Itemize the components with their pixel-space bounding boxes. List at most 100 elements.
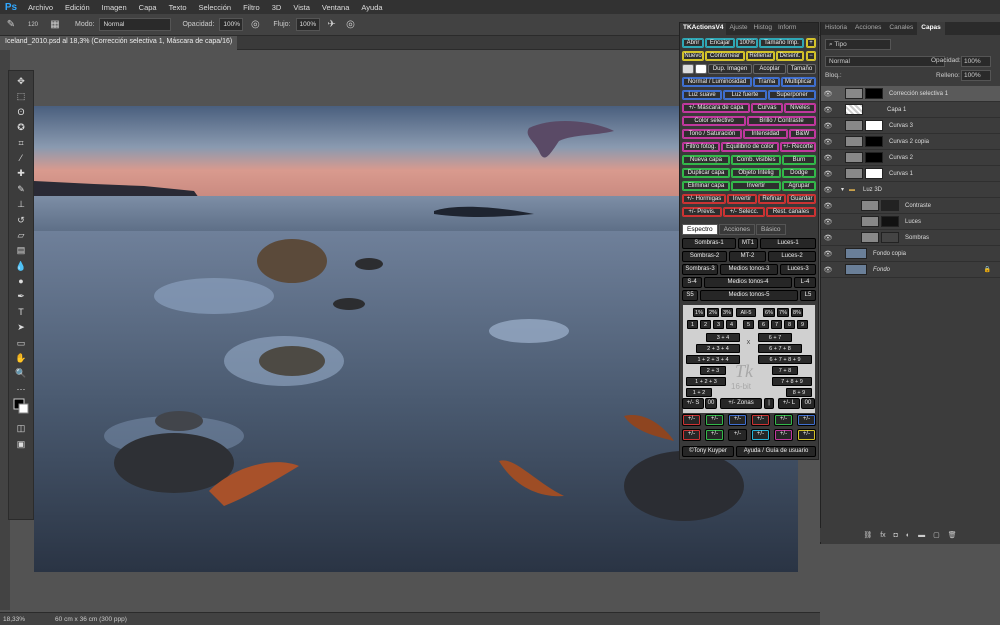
- tk-plus-icon[interactable]: +: [806, 38, 816, 48]
- photoshop-logo[interactable]: Ps: [0, 2, 22, 13]
- blue2-plusminus-button[interactable]: +/-: [797, 414, 816, 426]
- green3-plusminus-button[interactable]: +/-: [705, 429, 724, 441]
- fill-input[interactable]: 100%: [961, 70, 991, 81]
- subtab-espectro[interactable]: Espectro: [682, 224, 718, 235]
- eye-icon[interactable]: 👁: [821, 266, 835, 274]
- tk-hormigas-button[interactable]: +/- Hormigas: [682, 194, 726, 204]
- layer-row[interactable]: 👁 Curvas 2: [821, 150, 1000, 166]
- healing-brush-tool-icon[interactable]: ✚: [12, 167, 30, 180]
- menu-capa[interactable]: Capa: [133, 3, 163, 12]
- l5-button[interactable]: L5: [800, 290, 816, 301]
- medios-tonos-5-button[interactable]: Medios tonos-5: [700, 290, 798, 301]
- tk-nuevo-button[interactable]: Nuevo: [682, 51, 704, 61]
- combo-2-3-4-button[interactable]: 2 + 3 + 4: [696, 344, 740, 353]
- tk-filtro-fotog-button[interactable]: Filtro fotog.: [682, 142, 720, 152]
- tk-abrir-button[interactable]: Abrir: [682, 38, 704, 48]
- screen-mode-icon[interactable]: ▣: [12, 438, 30, 451]
- tk-luz-suave-button[interactable]: Luz suave: [682, 90, 722, 100]
- tk-dup-imagen-button[interactable]: Dup. Imagen: [708, 64, 752, 74]
- yellow-plusminus-button[interactable]: +/-: [797, 429, 816, 441]
- tk-guardar-button[interactable]: Guardar: [787, 194, 816, 204]
- type-tool-icon[interactable]: T: [12, 306, 30, 319]
- layer-row[interactable]: 👁 Fondo 🔒: [821, 262, 1000, 278]
- tk-tono-saturacion-button[interactable]: Tono / Saturación: [682, 129, 742, 139]
- new-layer-icon[interactable]: ▢: [933, 531, 940, 539]
- sombras-2-button[interactable]: Sombras-2: [682, 251, 727, 262]
- tab-inform[interactable]: Inform: [775, 23, 799, 35]
- layer-row[interactable]: 👁 Capa 1: [821, 102, 1000, 118]
- layer-row[interactable]: 👁 Sombras: [821, 230, 1000, 246]
- eyedropper-tool-icon[interactable]: ⁄: [12, 152, 30, 165]
- opacidad-input[interactable]: 100%: [219, 18, 244, 31]
- eye-icon[interactable]: 👁: [821, 138, 835, 146]
- sombras-1-button[interactable]: Sombras-1: [682, 238, 736, 249]
- pct-7-button[interactable]: 7%: [777, 308, 789, 317]
- airbrush-icon[interactable]: ✈: [325, 18, 339, 32]
- gradient-tool-icon[interactable]: ▤: [12, 244, 30, 257]
- tk-nueva-capa-button[interactable]: Nueva capa: [682, 155, 730, 165]
- magenta-plusminus-button[interactable]: +/-: [774, 429, 793, 441]
- tk-multiplicar-button[interactable]: Multiplicar: [781, 77, 816, 87]
- new-group-icon[interactable]: ▬: [918, 532, 925, 539]
- brush-size[interactable]: 120: [23, 22, 43, 28]
- red3-plusminus-button[interactable]: +/-: [682, 429, 701, 441]
- tk-refinar-button[interactable]: Refinar: [758, 194, 786, 204]
- fx-icon[interactable]: fx: [880, 532, 885, 539]
- tk-curvas-button[interactable]: Curvas: [751, 103, 783, 113]
- tk-contornear-button[interactable]: Contornear: [705, 51, 745, 61]
- eye-icon[interactable]: 👁: [821, 154, 835, 162]
- eraser-tool-icon[interactable]: ▱: [12, 229, 30, 242]
- move-tool-icon[interactable]: ✥: [12, 75, 30, 88]
- add-mask-icon[interactable]: ◘: [894, 532, 898, 539]
- num-4-button[interactable]: 4: [726, 320, 737, 329]
- tk-selecc-button[interactable]: +/- Selecc.: [723, 207, 765, 217]
- tk-brillo-contraste-button[interactable]: Brillo / Contraste: [747, 116, 816, 126]
- menu-imagen[interactable]: Imagen: [96, 3, 133, 12]
- pct-3-button[interactable]: 3%: [721, 308, 733, 317]
- tk-objeto-intelig-button[interactable]: Objeto Intelig: [731, 168, 781, 178]
- zonas-button[interactable]: +/- Zonas: [720, 398, 762, 409]
- tk-encajar-button[interactable]: Encajar: [705, 38, 735, 48]
- layer-row[interactable]: 👁 Curvas 3: [821, 118, 1000, 134]
- eye-icon[interactable]: 👁: [821, 186, 835, 194]
- tk-100-button[interactable]: 100%: [736, 38, 758, 48]
- l-toggle-button[interactable]: +/- L: [778, 398, 800, 409]
- sombras-3-button[interactable]: Sombras-3: [682, 264, 718, 275]
- luces-3-button[interactable]: Luces-3: [780, 264, 816, 275]
- path-select-tool-icon[interactable]: ➤: [12, 321, 30, 334]
- num-7-button[interactable]: 7: [771, 320, 782, 329]
- mt1-button[interactable]: MT1: [738, 238, 758, 249]
- zoom-readout[interactable]: 18,33%: [3, 616, 25, 623]
- brush-panel-icon[interactable]: ▦: [48, 18, 62, 32]
- l-4-button[interactable]: L-4: [794, 277, 816, 288]
- menu-filtro[interactable]: Filtro: [237, 3, 266, 12]
- tab-tkactions[interactable]: TKActionsV4: [680, 23, 727, 35]
- medios-tonos-3-button[interactable]: Medios tonos-3: [720, 264, 778, 275]
- tk-desent-button[interactable]: Desent.: [776, 51, 804, 61]
- medios-tonos-4-button[interactable]: Medios tonos-4: [704, 277, 792, 288]
- tk-minus-icon[interactable]: −: [806, 51, 816, 61]
- tab-ajuste[interactable]: Ajuste: [726, 23, 750, 35]
- gray-plusminus-button[interactable]: +/-: [728, 429, 747, 441]
- luces-2-button[interactable]: Luces-2: [768, 251, 816, 262]
- combo-6-7-8-9-button[interactable]: 6 + 7 + 8 + 9: [758, 355, 812, 364]
- menu-seleccion[interactable]: Selección: [193, 3, 238, 12]
- zonas-sep-button[interactable]: |: [764, 398, 774, 409]
- layer-row[interactable]: 👁 Luces: [821, 214, 1000, 230]
- opacity-input[interactable]: 100%: [961, 56, 991, 67]
- tk-acoplar-button[interactable]: Acoplar: [753, 64, 786, 74]
- pct-6-button[interactable]: 6%: [763, 308, 775, 317]
- red-plusminus-button[interactable]: +/-: [682, 414, 701, 426]
- s-toggle-button[interactable]: +/- S: [682, 398, 704, 409]
- num-5-button[interactable]: 5: [743, 320, 754, 329]
- tk-white-swatch-icon[interactable]: [695, 64, 707, 74]
- tk-bw-swatch-icon[interactable]: [682, 64, 694, 74]
- tk-dodge-button[interactable]: Dodge: [782, 168, 816, 178]
- num-3-button[interactable]: 3: [713, 320, 724, 329]
- brush-tool-icon[interactable]: ✎: [4, 18, 18, 32]
- layer-filter-select[interactable]: ⌕ Tipo: [825, 39, 891, 50]
- menu-ayuda[interactable]: Ayuda: [355, 3, 388, 12]
- crop-tool-icon[interactable]: ⌗: [12, 137, 30, 150]
- color-swatches-icon[interactable]: [12, 398, 30, 420]
- menu-vista[interactable]: Vista: [287, 3, 316, 12]
